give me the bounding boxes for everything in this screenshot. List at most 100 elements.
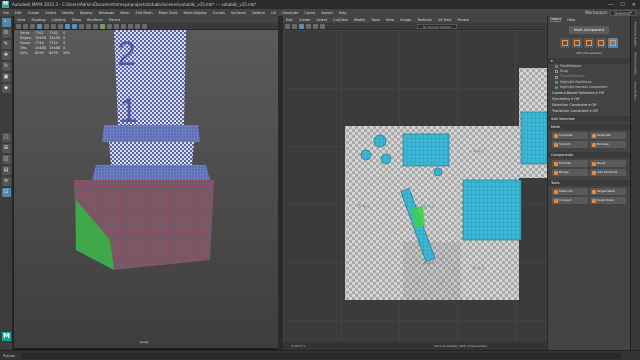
separate-button[interactable]: Separate [590, 132, 626, 140]
multi-component-button[interactable]: Multi-Component [569, 26, 609, 34]
camera-icon[interactable] [16, 23, 21, 29]
tab-modeling-toolkit[interactable]: Modeling Toolkit [634, 22, 638, 46]
wireframe-icon[interactable] [65, 23, 70, 29]
scale-tool-icon[interactable]: ▣ [1, 73, 11, 82]
add-divisions-button[interactable]: Add Divisions [590, 169, 626, 177]
edge-mode-icon[interactable] [584, 38, 594, 48]
move-tool-icon[interactable]: ✥ [1, 51, 11, 60]
viewport-menu-shading[interactable]: Shading [28, 18, 48, 22]
viewport-menu-show[interactable]: Show [69, 18, 84, 22]
face-mode-icon[interactable] [596, 38, 606, 48]
menu-deform[interactable]: Deform [249, 11, 268, 15]
rotate-tool-icon[interactable]: ↻ [1, 62, 11, 71]
camera-attr-icon[interactable] [23, 23, 28, 29]
menu-mesh-tools[interactable]: Mesh Tools [156, 11, 181, 15]
gate-mask-icon[interactable] [58, 23, 63, 29]
layout-four-icon[interactable]: ⊞ [1, 144, 11, 153]
menu-create[interactable]: Create [25, 11, 43, 15]
ambient-occlusion-icon[interactable] [100, 23, 105, 29]
menu-generate[interactable]: Generate [279, 11, 301, 15]
viewport-menu-renderer[interactable]: Renderer [84, 18, 106, 22]
transform-constraint-select[interactable]: Transform Constraint ▾ Off [548, 108, 630, 114]
paint-select-icon[interactable]: ✎ [1, 40, 11, 49]
bevel-button[interactable]: Bevel [590, 160, 626, 168]
xray-joints-icon[interactable] [135, 23, 140, 29]
uv-layout-icon[interactable]: ⊡ [1, 188, 11, 197]
shadows-icon[interactable] [93, 23, 98, 29]
antialias-icon[interactable] [114, 23, 119, 29]
tab-channel-box[interactable]: Channel Box [634, 81, 638, 100]
menu-mesh-display[interactable]: Mesh Display [181, 11, 210, 15]
layout-single-icon[interactable]: ▢ [1, 133, 11, 142]
textured-icon[interactable] [79, 23, 84, 29]
uv-checker-icon[interactable] [299, 23, 304, 29]
menu-uv[interactable]: UV [268, 11, 279, 15]
3d-viewport[interactable]: 2 1 [14, 30, 278, 348]
menu-help[interactable]: Help [336, 11, 350, 15]
last-tool-icon[interactable]: ◆ [1, 84, 11, 93]
smooth-shade-icon[interactable] [72, 23, 77, 29]
uv-menu-view[interactable]: View [383, 18, 397, 22]
menu-surfaces[interactable]: Surfaces [228, 11, 249, 15]
uv-image-icon[interactable] [285, 23, 290, 29]
menu-display[interactable]: Display [77, 11, 96, 15]
lights-icon[interactable] [86, 23, 91, 29]
uv-menu-select[interactable]: Select [313, 18, 330, 22]
isolate-select-icon[interactable] [121, 23, 126, 29]
smooth-button[interactable]: Smooth [552, 141, 588, 149]
menu-cache[interactable]: Cache [301, 11, 318, 15]
menu-windows[interactable]: Windows [96, 11, 118, 15]
uv-menu-textures[interactable]: Textures [414, 18, 435, 22]
soft-selection-header[interactable]: Soft Selection [548, 116, 630, 123]
resolution-gate-icon[interactable] [51, 23, 56, 29]
uv-menu-uv-sets[interactable]: UV Sets [435, 18, 455, 22]
motion-blur-icon[interactable] [107, 23, 112, 29]
close-button[interactable]: ✕ [632, 2, 636, 8]
tab-attribute-editor[interactable]: Attribute Editor [634, 52, 638, 75]
uv-snap-icon[interactable] [320, 23, 325, 29]
viewport-menu-lighting[interactable]: Lighting [49, 18, 69, 22]
menu-select[interactable]: Select [42, 11, 59, 15]
uv-menu-panels[interactable]: Panels [454, 18, 471, 22]
boolean-button[interactable]: Boolean [590, 141, 626, 149]
command-input[interactable] [21, 352, 622, 359]
grid-icon[interactable] [37, 23, 42, 29]
layout-side-icon[interactable]: ◫ [1, 155, 11, 164]
uv-menu-image[interactable]: Image [397, 18, 414, 22]
xray-icon[interactable] [128, 23, 133, 29]
menu-arnold[interactable]: Arnold [318, 11, 335, 15]
outliner-icon[interactable]: ≡ [1, 177, 11, 186]
uv-shaded-icon[interactable] [313, 23, 318, 29]
bridge-button[interactable]: Bridge [552, 169, 588, 177]
uv-editor-canvas[interactable]: 5-4-1 4-4-1 5-4-1 4-4-1 4-4-1 [283, 30, 547, 343]
object-mode-icon[interactable] [560, 38, 570, 48]
bookmark-icon[interactable] [30, 23, 35, 29]
extrude-button[interactable]: Extrude [552, 160, 588, 168]
uv-set-select[interactable]: No Overall Shaded [417, 23, 458, 29]
script-language-label[interactable]: Python [3, 354, 15, 358]
connect-button[interactable]: Connect [552, 197, 588, 205]
viewport-menu-view[interactable]: View [14, 18, 28, 22]
combine-button[interactable]: Combine [552, 132, 588, 140]
uv-menu-create[interactable]: Create [296, 18, 314, 22]
menu-mesh[interactable]: Mesh [117, 11, 132, 15]
menu-file[interactable]: File [0, 11, 12, 15]
select-tool-icon[interactable]: ↖ [1, 18, 11, 27]
lasso-tool-icon[interactable]: ʘ [1, 29, 11, 38]
film-gate-icon[interactable] [44, 23, 49, 29]
uv-menu-modify[interactable]: Modify [351, 18, 369, 22]
vertex-mode-icon[interactable] [572, 38, 582, 48]
menu-edit[interactable]: Edit [12, 11, 25, 15]
uv-menu-cut-sew[interactable]: Cut/Sew [330, 18, 350, 22]
layout-stack-icon[interactable]: ▤ [1, 166, 11, 175]
color-space-icon[interactable] [142, 23, 147, 29]
uv-mode-icon[interactable] [608, 38, 618, 48]
quad-draw-button[interactable]: Quad Draw [590, 197, 626, 205]
menu-curves[interactable]: Curves [210, 11, 228, 15]
tab-object[interactable]: Object [550, 17, 562, 22]
viewport-menu-panels[interactable]: Panels [106, 18, 123, 22]
menu-edit-mesh[interactable]: Edit Mesh [132, 11, 155, 15]
maximize-button[interactable]: ☐ [620, 2, 624, 8]
multi-cut-button[interactable]: Multi-Cut [552, 188, 588, 196]
tab-help[interactable]: Help [567, 18, 575, 22]
